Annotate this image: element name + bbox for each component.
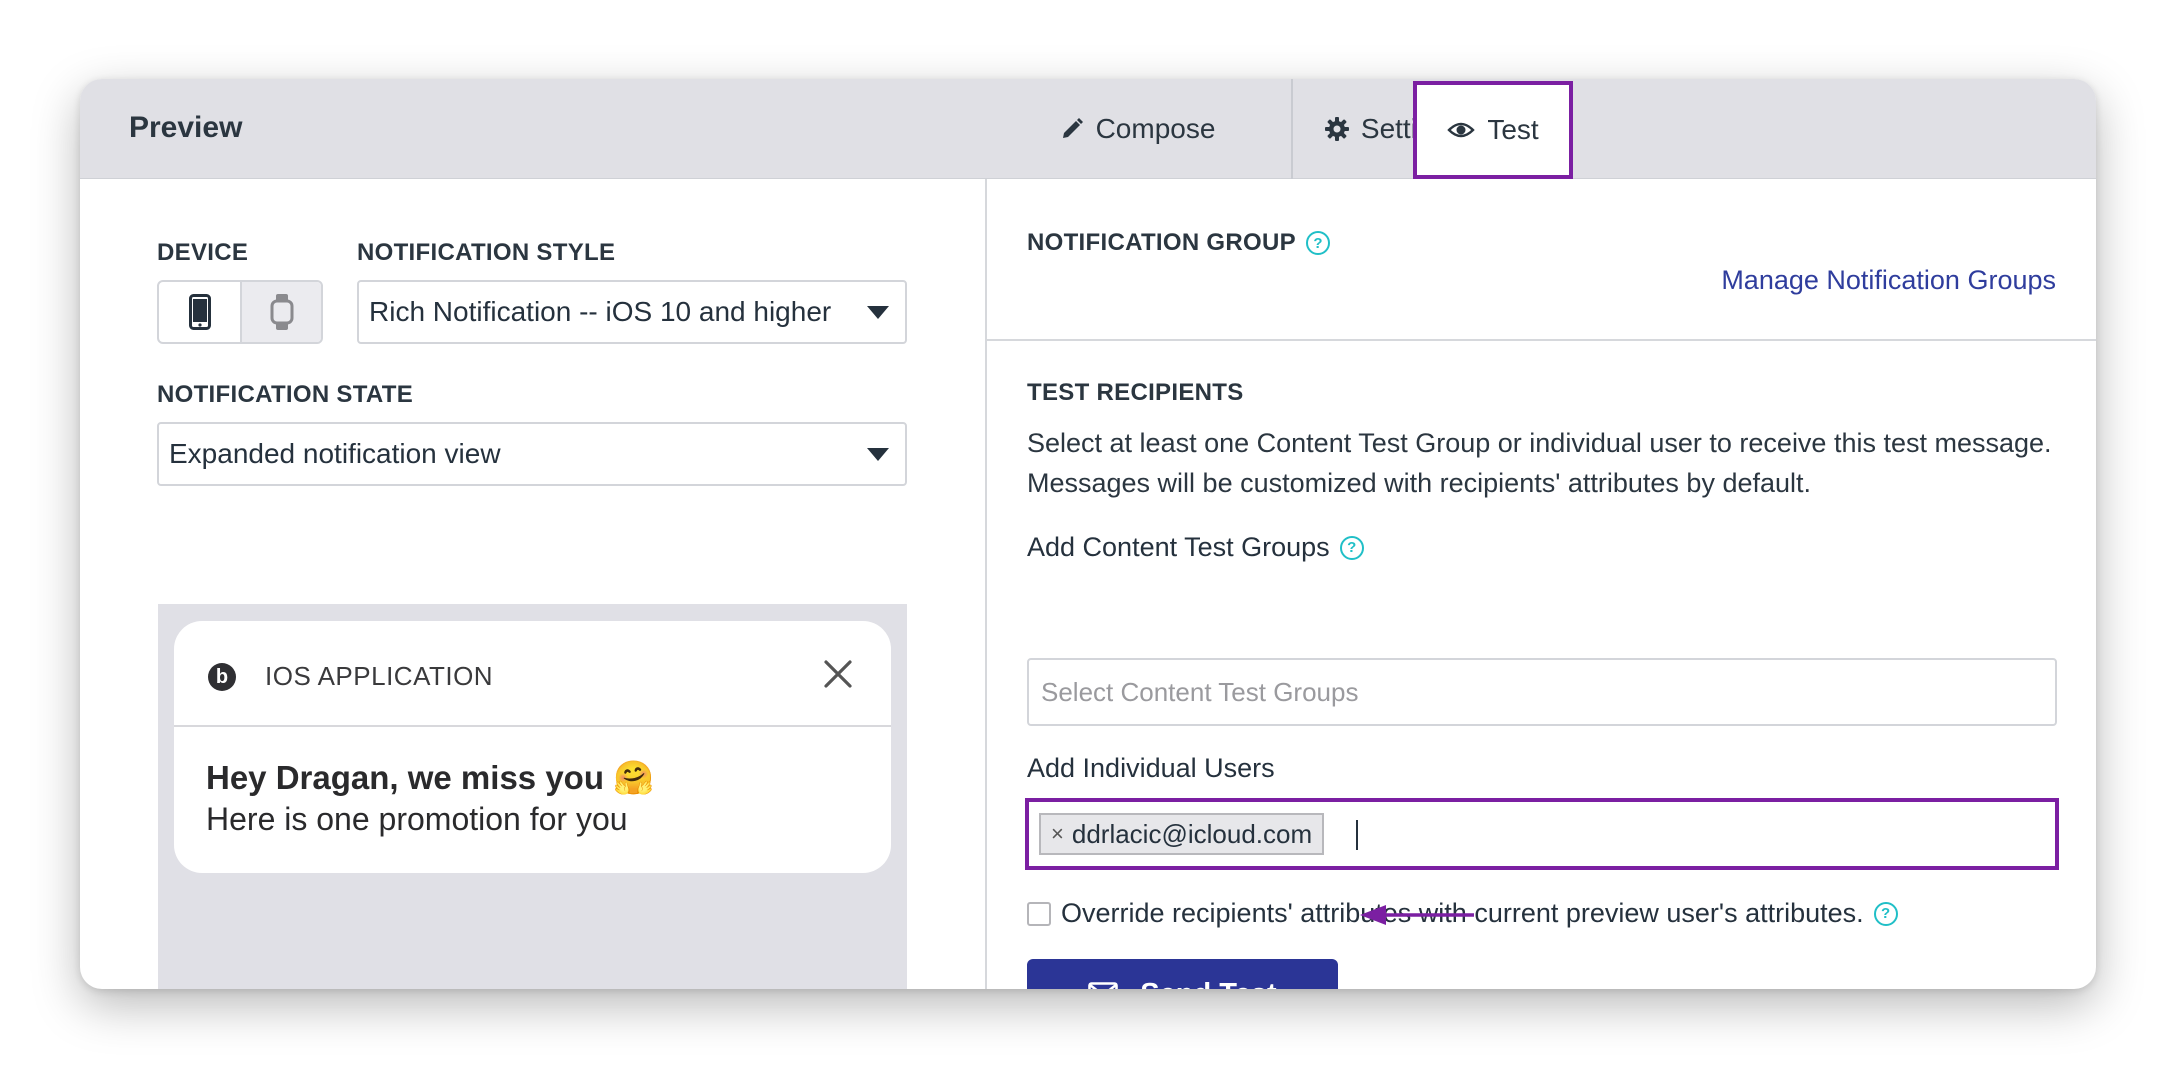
content-test-groups-label: Add Content Test Groups xyxy=(1027,532,1330,562)
user-chip-label: ddrlacic@icloud.com xyxy=(1071,818,1313,849)
notification-title: Hey Dragan, we miss you 🤗 xyxy=(206,759,655,796)
help-icon[interactable]: ? xyxy=(1305,231,1330,255)
notification-card: b IOS APPLICATION Hey Dragan, we miss yo… xyxy=(174,621,891,873)
send-test-button[interactable]: Send Test xyxy=(1027,959,1338,989)
override-attributes-checkbox[interactable] xyxy=(1027,901,1051,926)
help-icon[interactable]: ? xyxy=(1873,901,1898,926)
notification-group-heading: NOTIFICATION GROUP ? xyxy=(1027,229,1330,257)
device-label: DEVICE xyxy=(157,239,249,266)
test-panel: NOTIFICATION GROUP ? Manage Notification… xyxy=(985,179,2096,989)
test-recipients-label: TEST RECIPIENTS xyxy=(1027,379,1244,406)
text-cursor xyxy=(1356,820,1358,850)
manage-notification-groups-link[interactable]: Manage Notification Groups xyxy=(1721,265,2056,296)
notification-header: b IOS APPLICATION xyxy=(174,621,891,727)
app-name: IOS APPLICATION xyxy=(265,661,494,691)
notification-state-label: NOTIFICATION STATE xyxy=(157,381,414,408)
notification-state-select[interactable]: Expanded notification view xyxy=(157,422,907,486)
tab-test-label: Test xyxy=(1487,114,1539,145)
preview-card: Preview Compose Settings Test DEVICE NOT… xyxy=(80,79,2096,989)
eye-icon xyxy=(1447,120,1476,140)
device-toggle xyxy=(157,280,323,344)
tab-test[interactable]: Test xyxy=(1413,81,1573,179)
chevron-down-icon xyxy=(867,306,889,319)
tab-compose[interactable]: Compose xyxy=(985,79,1290,179)
watch-icon xyxy=(270,294,293,330)
device-phone-button[interactable] xyxy=(159,282,240,342)
remove-chip-icon[interactable]: × xyxy=(1051,821,1064,847)
notification-style-label: NOTIFICATION STYLE xyxy=(357,239,616,266)
page-title: Preview xyxy=(129,111,243,144)
content-test-groups-heading: Add Content Test Groups ? xyxy=(1027,532,1364,563)
app-icon: b xyxy=(208,663,236,691)
device-watch-button[interactable] xyxy=(240,282,321,342)
tab-compose-label: Compose xyxy=(1095,113,1216,144)
send-test-label: Send Test xyxy=(1140,978,1276,990)
notification-group-label: NOTIFICATION GROUP xyxy=(1027,229,1296,256)
chevron-down-icon xyxy=(867,448,889,461)
test-recipients-description: Select at least one Content Test Group o… xyxy=(1027,428,2052,498)
help-icon[interactable]: ? xyxy=(1339,535,1364,560)
content-test-groups-input[interactable] xyxy=(1027,658,2057,726)
close-icon[interactable] xyxy=(821,657,855,691)
divider xyxy=(987,339,2096,341)
preview-panel: DEVICE NOTIFICATION STYLE Rich Notificat… xyxy=(80,179,985,989)
notification-style-select[interactable]: Rich Notification -- iOS 10 and higher xyxy=(357,280,907,344)
notification-style-value: Rich Notification -- iOS 10 and higher xyxy=(369,296,832,327)
individual-users-input[interactable]: × ddrlacic@icloud.com xyxy=(1025,798,2059,870)
pencil-icon xyxy=(1060,117,1084,141)
envelope-icon xyxy=(1088,982,1119,989)
arrow-annotation-icon xyxy=(1360,905,1474,925)
gear-icon xyxy=(1324,117,1349,141)
preview-header: Preview Compose Settings Test xyxy=(80,79,2096,179)
notification-body: Here is one promotion for you xyxy=(206,801,628,837)
phone-preview: b IOS APPLICATION Hey Dragan, we miss yo… xyxy=(158,604,907,989)
notification-state-value: Expanded notification view xyxy=(169,438,501,469)
phone-icon xyxy=(188,294,211,330)
user-chip: × ddrlacic@icloud.com xyxy=(1039,813,1325,855)
individual-users-label: Add Individual Users xyxy=(1027,753,1275,783)
